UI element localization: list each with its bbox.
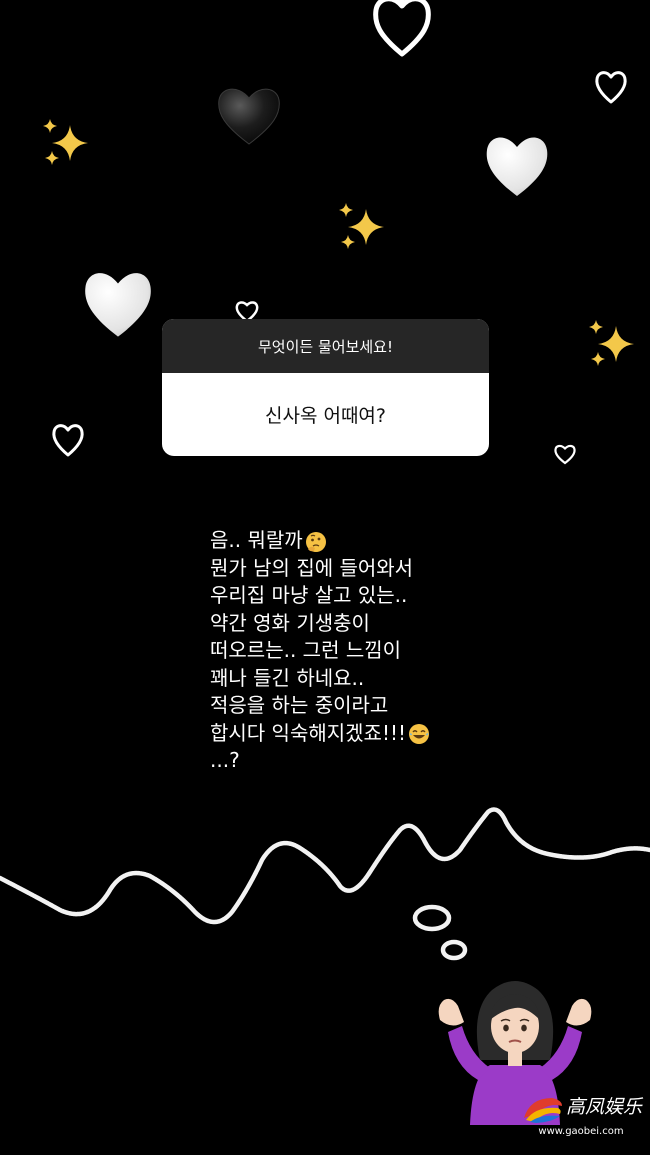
watermark-url: www.gaobei.com xyxy=(522,1126,640,1137)
black-heart-icon xyxy=(218,88,280,145)
reply-line: ...? xyxy=(210,748,240,772)
reply-line: 적응을 하는 중이라고 xyxy=(210,693,389,717)
sparkles-icon xyxy=(339,203,384,249)
sparkles-icon xyxy=(43,119,88,165)
heart-outline-icon xyxy=(373,0,431,57)
question-sticker[interactable]: 무엇이든 물어보세요! 신사옥 어때여? xyxy=(162,319,489,456)
reply-line: 떠오르는.. 그런 느낌이 xyxy=(210,638,402,662)
reply-line: 합시다 익숙해지겠죠!!! xyxy=(210,720,530,748)
thinking-face-emoji xyxy=(305,531,326,552)
white-heart-icon xyxy=(85,273,151,337)
heart-outline-icon xyxy=(52,424,84,457)
sparkles-icon xyxy=(589,320,634,366)
question-text: 신사옥 어때여? xyxy=(264,405,386,427)
white-heart-icon xyxy=(486,137,548,196)
thought-bubble-doodle xyxy=(412,904,468,961)
heart-outline-icon xyxy=(554,444,576,465)
watermark-brand-text: 高凤娱乐 xyxy=(566,1096,643,1118)
reply-text: 음.. 뭐랄까 뭔가 남의 집에 들어와서 우리집 마냥 살고 있는.. 약간 … xyxy=(210,527,530,775)
reply-line: 뭔가 남의 집에 들어와서 xyxy=(210,555,414,580)
reply-line: 약간 영화 기생충이 xyxy=(210,610,370,635)
heart-outline-icon xyxy=(595,71,627,104)
chalk-wave-doodle xyxy=(0,807,650,925)
tears-of-joy-emoji xyxy=(409,724,430,744)
reply-line: 꽤나 들긴 하네요.. xyxy=(210,665,365,690)
reply-line: 음.. 뭐랄까 xyxy=(210,527,530,555)
watermark-logo-icon xyxy=(524,1098,562,1123)
question-prompt: 무엇이든 물어보세요! xyxy=(162,319,489,373)
watermark: 高凤娱乐 www.gaobei.com xyxy=(522,1090,643,1140)
reply-line: 우리집 마냥 살고 있는.. xyxy=(210,583,408,607)
